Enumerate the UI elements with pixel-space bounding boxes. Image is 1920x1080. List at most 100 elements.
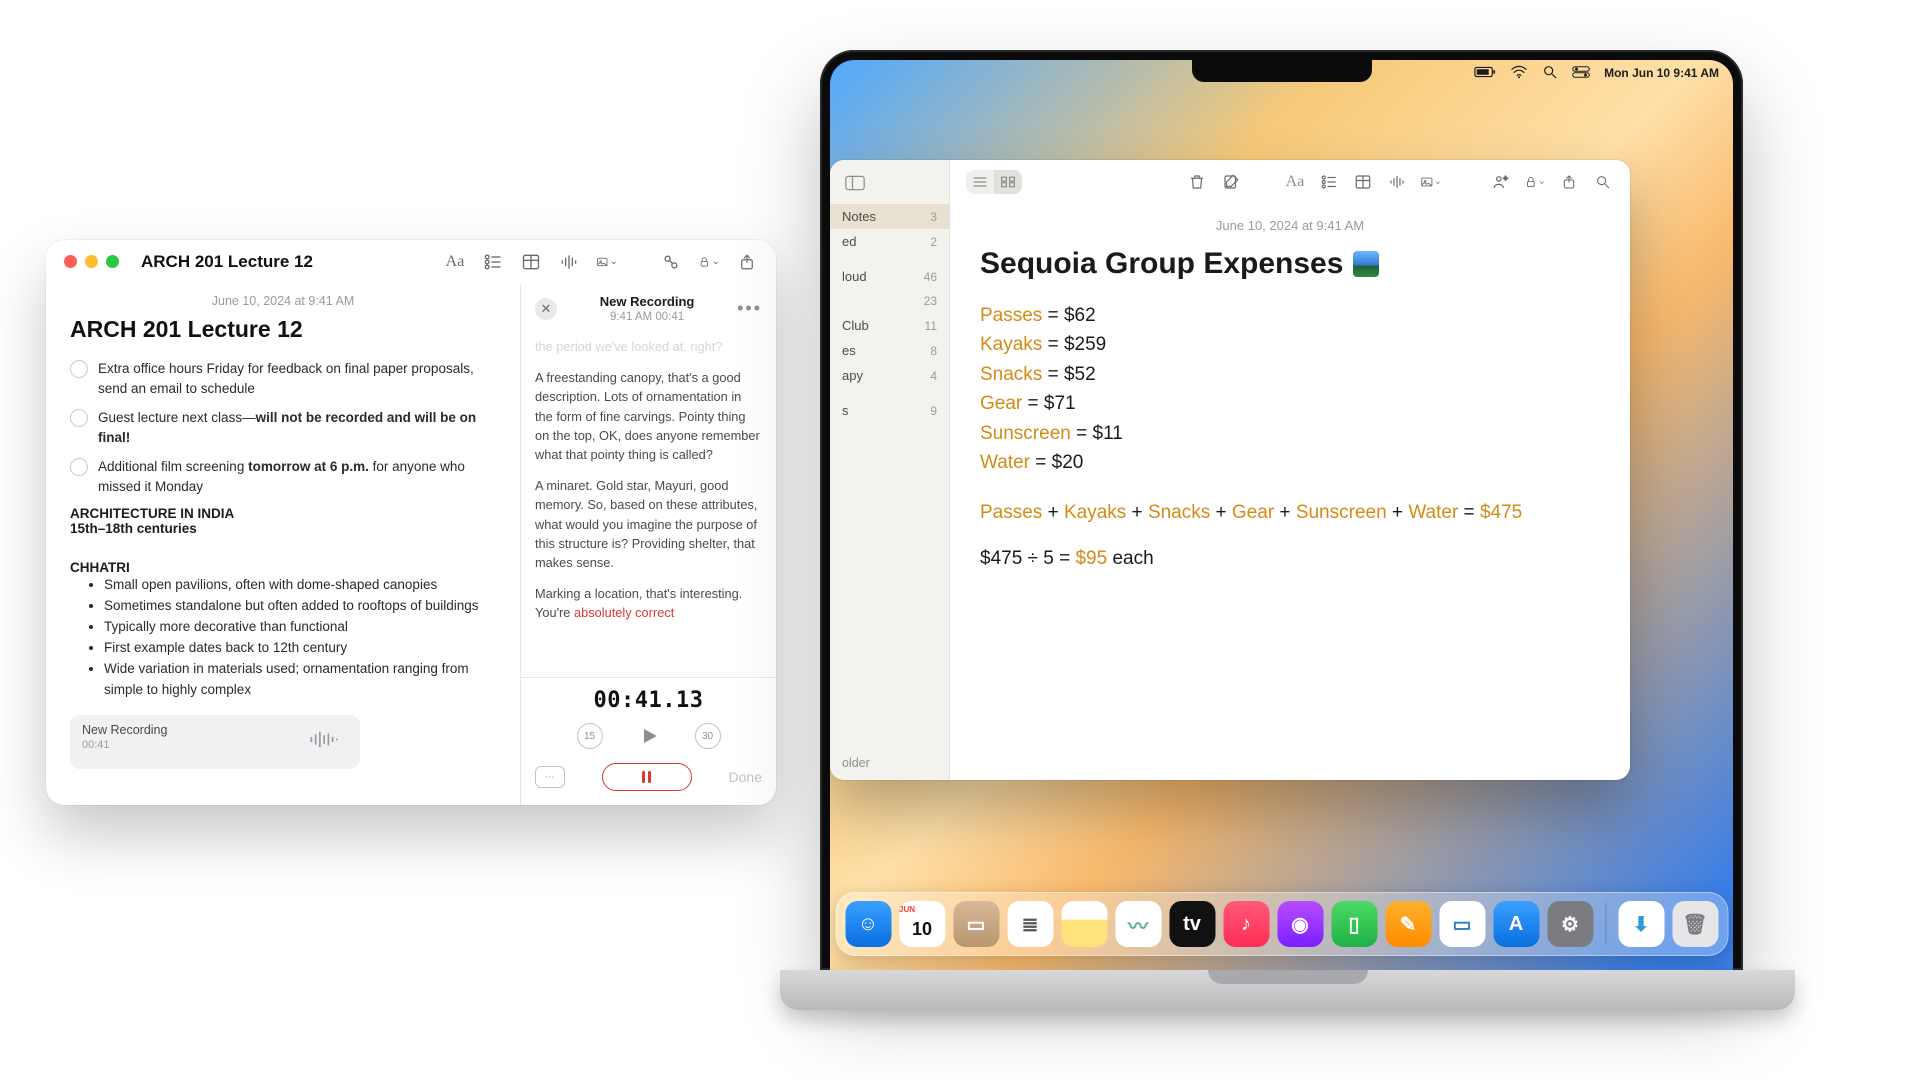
spotlight-icon[interactable]	[1542, 64, 1558, 83]
bullet-item: Wide variation in materials used; orname…	[104, 659, 496, 701]
sidebar-item[interactable]: ed2	[830, 229, 949, 254]
dock-app-downloads[interactable]: ⬇	[1618, 901, 1664, 947]
checkbox[interactable]	[70, 360, 88, 378]
checklist-text: Guest lecture next class—will not be rec…	[98, 408, 496, 447]
sidebar-footer[interactable]: older	[842, 756, 870, 770]
checklist-item[interactable]: Additional film screening tomorrow at 6 …	[70, 457, 496, 496]
list-view-button[interactable]	[966, 170, 994, 194]
sidebar-toggle-button[interactable]	[844, 172, 866, 194]
dock-app-tv[interactable]: tv	[1169, 901, 1215, 947]
checklist-button-2[interactable]	[1318, 171, 1340, 193]
sidebar-item[interactable]	[830, 388, 949, 398]
window-titlebar: ARCH 201 Lecture 12 Aa ⌄ ⌄	[46, 240, 776, 284]
transcript-area: the period we've looked at, right? A fre…	[521, 327, 776, 677]
dock-app-freeform[interactable]: 〰	[1115, 901, 1161, 947]
pane-toolbar: Aa ⌄ ⌄	[950, 160, 1630, 204]
link-button[interactable]	[660, 251, 682, 273]
note-title: Sequoia Group Expenses	[980, 247, 1600, 281]
transcript-faded-line: the period we've looked at, right?	[535, 337, 762, 356]
dock-app-settings[interactable]: ⚙	[1547, 901, 1593, 947]
expense-result: $475 ÷ 5 = $95 each	[980, 548, 1600, 570]
dock: ☺JUN10▭≣〰tv♪◉▯✎▭A⚙ ⬇🗑	[835, 892, 1728, 956]
skip-back-button[interactable]: 15	[577, 723, 603, 749]
new-note-button[interactable]	[1220, 171, 1242, 193]
expense-line: Passes = $62	[980, 301, 1600, 330]
sidebar-item[interactable]: s9	[830, 398, 949, 423]
dock-app-pages[interactable]: ✎	[1385, 901, 1431, 947]
sidebar-item[interactable]: Notes3	[830, 204, 949, 229]
media-button-2[interactable]: ⌄	[1420, 171, 1442, 193]
share-button-2[interactable]	[1558, 171, 1580, 193]
wifi-icon	[1510, 65, 1528, 82]
checklist-button[interactable]	[482, 251, 504, 273]
more-button[interactable]: •••	[737, 298, 762, 319]
note-date: June 10, 2024 at 9:41 AM	[70, 294, 496, 308]
audio-button-2[interactable]	[1386, 171, 1408, 193]
dock-app-notes[interactable]	[1061, 901, 1107, 947]
recording-side-panel: ✕ New Recording 9:41 AM 00:41 ••• the pe…	[520, 284, 776, 805]
battery-icon	[1474, 66, 1496, 81]
dock-app-trash[interactable]: 🗑	[1672, 901, 1718, 947]
mountain-emoji-icon	[1353, 251, 1379, 277]
sidebar-item[interactable]: 23	[830, 289, 949, 313]
dock-app-keynote[interactable]: ▭	[1439, 901, 1485, 947]
collaborate-button[interactable]	[1490, 171, 1512, 193]
audio-button[interactable]	[558, 251, 580, 273]
sidebar-item[interactable]: apy4	[830, 363, 949, 388]
recording-chip[interactable]: New Recording 00:41	[70, 715, 360, 769]
media-button[interactable]: ⌄	[596, 251, 618, 273]
format-button-2[interactable]: Aa	[1284, 171, 1306, 193]
table-button-2[interactable]	[1352, 171, 1374, 193]
checkbox[interactable]	[70, 458, 88, 476]
share-button[interactable]	[736, 251, 758, 273]
dock-app-finder[interactable]: ☺	[845, 901, 891, 947]
dock-app-appstore[interactable]: A	[1493, 901, 1539, 947]
subsection-heading: CHHATRI	[70, 560, 496, 575]
checklist-text: Additional film screening tomorrow at 6 …	[98, 457, 496, 496]
player-timer: 00:41.13	[535, 688, 762, 713]
close-window-button[interactable]	[64, 255, 77, 268]
checkbox[interactable]	[70, 409, 88, 427]
search-button[interactable]	[1592, 171, 1614, 193]
side-title: New Recording	[557, 294, 737, 309]
note-content[interactable]: June 10, 2024 at 9:41 AM Sequoia Group E…	[950, 204, 1630, 584]
checklist-item[interactable]: Extra office hours Friday for feedback o…	[70, 359, 496, 398]
menubar-date[interactable]: Mon Jun 10 9:41 AM	[1604, 66, 1719, 80]
pause-record-button[interactable]	[602, 763, 692, 791]
play-button[interactable]	[637, 724, 661, 748]
zoom-window-button[interactable]	[106, 255, 119, 268]
traffic-lights	[64, 255, 119, 268]
skip-forward-button[interactable]: 30	[695, 723, 721, 749]
done-button[interactable]: Done	[729, 769, 762, 785]
dock-app-podcasts[interactable]: ◉	[1277, 901, 1323, 947]
bullet-item: First example dates back to 12th century	[104, 638, 496, 659]
dock-app-music[interactable]: ♪	[1223, 901, 1269, 947]
notes-app-window: Notes3ed2loud4623Club11es8apy4s9 older A	[830, 160, 1630, 780]
sidebar-item[interactable]: es8	[830, 338, 949, 363]
dock-app-contacts[interactable]: ▭	[953, 901, 999, 947]
transcript-p1: A freestanding canopy, that's a good des…	[535, 368, 762, 464]
lock-button-2[interactable]: ⌄	[1524, 171, 1546, 193]
dock-app-numbers[interactable]: ▯	[1331, 901, 1377, 947]
minimize-window-button[interactable]	[85, 255, 98, 268]
dock-app-reminders[interactable]: ≣	[1007, 901, 1053, 947]
sidebar-item[interactable]: Club11	[830, 313, 949, 338]
format-button[interactable]: Aa	[444, 251, 466, 273]
dock-app-calendar[interactable]: JUN10	[899, 901, 945, 947]
checklist-item[interactable]: Guest lecture next class—will not be rec…	[70, 408, 496, 447]
macbook-frame: Mon Jun 10 9:41 AM Notes3ed2 loud4623Club…	[820, 50, 1755, 990]
captions-button[interactable]: ⋯	[535, 766, 565, 788]
lock-button[interactable]: ⌄	[698, 251, 720, 273]
control-center-icon[interactable]	[1572, 66, 1590, 81]
close-panel-button[interactable]: ✕	[535, 298, 557, 320]
sidebar-item[interactable]: loud46	[830, 264, 949, 289]
note-content-main: June 10, 2024 at 9:41 AM ARCH 201 Lectur…	[46, 284, 520, 805]
section-heading: ARCHITECTURE IN INDIA	[70, 506, 496, 521]
expense-line: Snacks = $52	[980, 360, 1600, 389]
expense-formula: Passes + Kayaks + Snacks + Gear + Sunscr…	[980, 502, 1600, 524]
table-button[interactable]	[520, 251, 542, 273]
sidebar-item[interactable]	[830, 254, 949, 264]
trash-button[interactable]	[1186, 171, 1208, 193]
bullet-item: Small open pavilions, often with dome-sh…	[104, 575, 496, 596]
grid-view-button[interactable]	[994, 170, 1022, 194]
